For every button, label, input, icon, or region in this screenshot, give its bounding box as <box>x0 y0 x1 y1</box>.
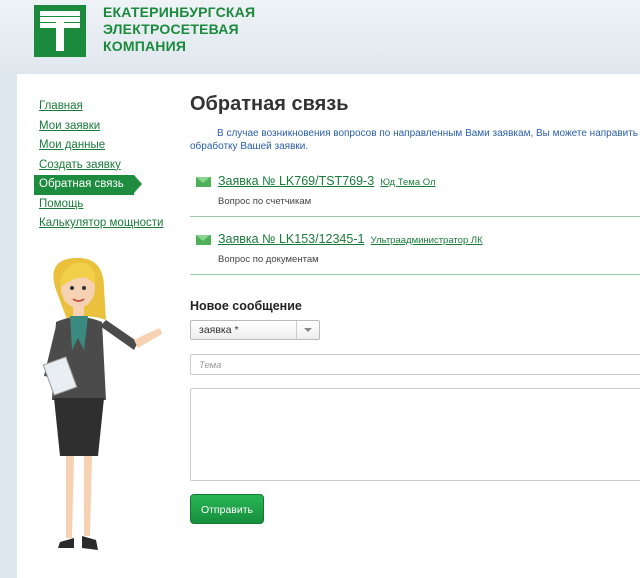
message-textarea[interactable] <box>190 388 640 481</box>
envelope-icon <box>196 235 211 245</box>
request-number[interactable]: Заявка № LK769/TST769-3 <box>218 174 374 188</box>
message-subject: Вопрос по документам <box>218 254 319 265</box>
chevron-down-icon[interactable] <box>296 321 319 339</box>
sidebar-item-feedback[interactable]: Обратная связь <box>34 175 142 195</box>
request-link[interactable]: Заявка № LK153/12345-1 Ультраадминистрат… <box>218 232 483 246</box>
company-name-line: ЭЛЕКТРОСЕТЕВАЯ <box>103 21 239 37</box>
request-select[interactable]: заявка * <box>190 320 320 340</box>
page-title: Обратная связь <box>190 93 349 115</box>
intro-text: В случае возникновения вопросов по напра… <box>190 128 640 152</box>
request-select-value: заявка * <box>199 324 239 336</box>
new-message-heading: Новое сообщение <box>190 299 302 313</box>
sidebar-item-help[interactable]: Помощь <box>39 195 179 215</box>
sidebar-item-home[interactable]: Главная <box>39 97 179 117</box>
topic-field-wrapper <box>190 354 640 375</box>
request-link[interactable]: Заявка № LK769/TST769-3 Юд Тема Ол <box>218 174 436 188</box>
request-author[interactable]: Юд Тема Ол <box>380 177 435 188</box>
company-name-line: ЕКАТЕРИНБУРГСКАЯ <box>103 4 256 20</box>
sidebar-item-power-calculator[interactable]: Калькулятор мощности <box>39 214 179 234</box>
divider <box>190 216 640 217</box>
sidebar-item-my-requests[interactable]: Мои заявки <box>39 117 179 137</box>
assistant-woman-illustration <box>42 257 162 550</box>
message-subject: Вопрос по счетчикам <box>218 196 312 207</box>
divider <box>190 274 640 275</box>
sidebar-item-my-data[interactable]: Мои данные <box>39 136 179 156</box>
company-name-line: КОМПАНИЯ <box>103 38 187 54</box>
header: ЕКАТЕРИНБУРГСКАЯ ЭЛЕКТРОСЕТЕВАЯ КОМПАНИЯ <box>0 0 640 74</box>
topic-input[interactable] <box>197 359 631 372</box>
request-number[interactable]: Заявка № LK153/12345-1 <box>218 232 364 246</box>
envelope-icon <box>196 177 211 187</box>
request-author[interactable]: Ультраадминистратор ЛК <box>371 235 483 246</box>
company-logo-icon <box>34 5 86 57</box>
sidebar-item-create-request[interactable]: Создать заявку <box>39 156 179 176</box>
send-button[interactable]: Отправить <box>190 494 264 524</box>
sidebar-nav: Главная Мои заявки Мои данные Создать за… <box>34 97 179 234</box>
company-name: ЕКАТЕРИНБУРГСКАЯ ЭЛЕКТРОСЕТЕВАЯ КОМПАНИЯ <box>103 4 323 55</box>
